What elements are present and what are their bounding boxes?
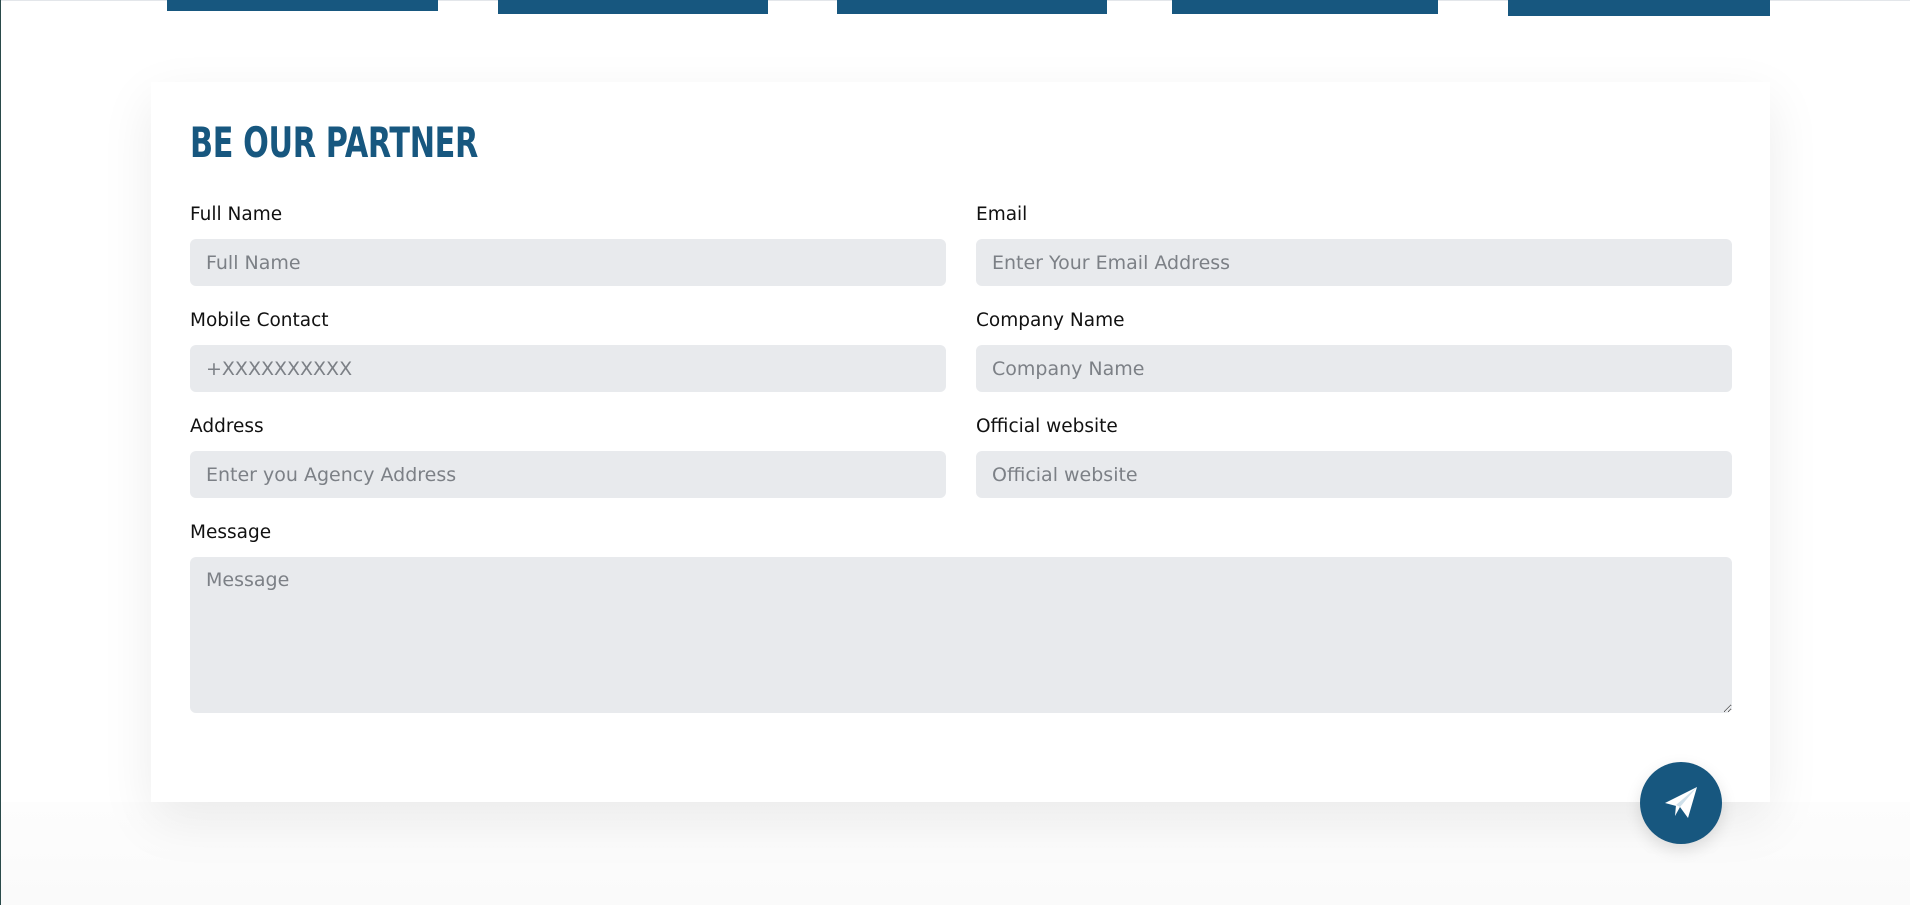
paper-plane-icon bbox=[1661, 783, 1701, 823]
mobile-label: Mobile Contact bbox=[190, 310, 329, 331]
message-label: Message bbox=[190, 522, 272, 543]
website-label: Official website bbox=[976, 416, 1118, 437]
mobile-input[interactable] bbox=[190, 345, 946, 392]
top-tab-1[interactable] bbox=[167, 0, 438, 11]
form-title: BE OUR PARTNER bbox=[190, 118, 478, 167]
top-tab-5[interactable] bbox=[1508, 0, 1770, 16]
address-input[interactable] bbox=[190, 451, 946, 498]
top-tabs-strip bbox=[1, 0, 1910, 20]
address-label: Address bbox=[190, 416, 264, 437]
top-tab-3[interactable] bbox=[837, 0, 1107, 14]
mobile-group: Mobile Contact bbox=[190, 309, 946, 392]
company-group: Company Name bbox=[976, 309, 1732, 392]
page-background-bottom bbox=[1, 802, 1910, 905]
email-group: Email bbox=[976, 203, 1732, 286]
company-input[interactable] bbox=[976, 345, 1732, 392]
top-tab-4[interactable] bbox=[1172, 0, 1438, 14]
company-label: Company Name bbox=[976, 310, 1125, 331]
full-name-group: Full Name bbox=[190, 203, 946, 286]
message-textarea[interactable] bbox=[190, 557, 1732, 713]
address-group: Address bbox=[190, 415, 946, 498]
email-label: Email bbox=[976, 204, 1028, 225]
message-group: Message bbox=[190, 521, 1732, 718]
send-button[interactable] bbox=[1640, 762, 1722, 844]
partner-form-card: BE OUR PARTNER Full Name Email Mobile Co… bbox=[151, 82, 1770, 802]
website-group: Official website bbox=[976, 415, 1732, 498]
top-tab-2[interactable] bbox=[498, 0, 768, 14]
website-input[interactable] bbox=[976, 451, 1732, 498]
email-input[interactable] bbox=[976, 239, 1732, 286]
full-name-input[interactable] bbox=[190, 239, 946, 286]
full-name-label: Full Name bbox=[190, 204, 283, 225]
